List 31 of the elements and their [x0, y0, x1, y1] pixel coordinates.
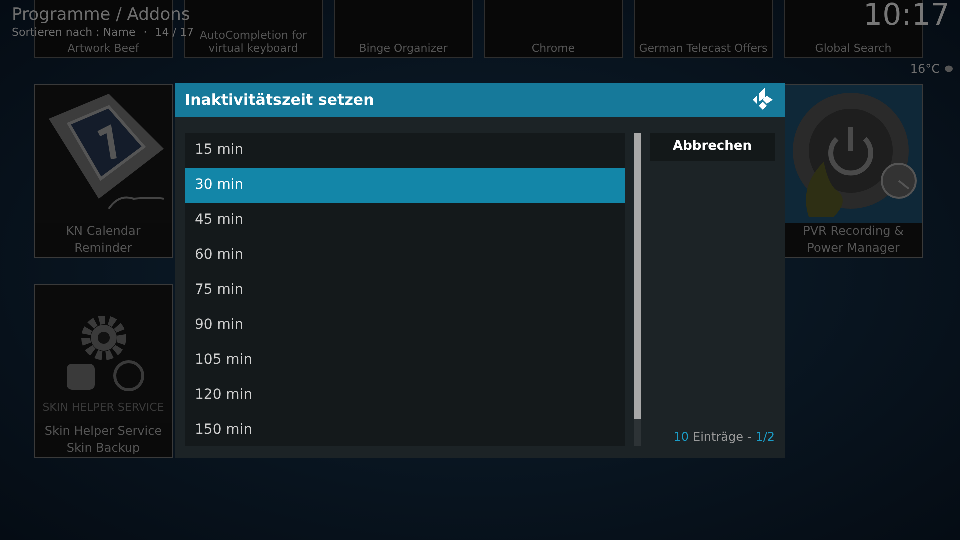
separator: · — [144, 26, 148, 40]
list-item[interactable]: 75 min — [185, 273, 625, 308]
sort-label: Sortieren nach : Name — [12, 26, 136, 40]
clock: 10:17 — [864, 0, 950, 32]
dialog-title: Inaktivitätszeit setzen — [185, 90, 374, 111]
tile-label[interactable]: Binge Organizer — [359, 42, 448, 55]
list-item[interactable]: 15 min — [185, 133, 625, 168]
tile-label[interactable]: Chrome — [532, 42, 576, 55]
weather-icon — [944, 65, 954, 73]
logo-icon — [751, 88, 775, 112]
tile-label: KN Calendar Reminder — [65, 223, 142, 257]
tile-label[interactable]: Global Search — [815, 42, 892, 55]
tile-label: PVR Recording & Power Manager — [802, 223, 905, 257]
list-item[interactable]: 60 min — [185, 238, 625, 273]
entries-label: Einträge - — [693, 429, 752, 446]
entry-count: 10 — [674, 429, 690, 446]
tile-label[interactable]: Artwork Beef — [68, 42, 140, 55]
tile-label: Skin Helper Service Skin Backup — [44, 423, 164, 457]
list-item[interactable]: 90 min — [185, 308, 625, 343]
cancel-button[interactable]: Abbrechen — [650, 133, 775, 161]
list-item[interactable]: 120 min — [185, 378, 625, 413]
list-item[interactable]: 30 min — [185, 168, 625, 203]
page-title: Programme / Addons — [12, 4, 192, 26]
list-item[interactable]: 105 min — [185, 343, 625, 378]
temperature: 16°C — [910, 61, 940, 78]
addon-tile[interactable]: PVR Recording & Power Manager — [784, 84, 923, 258]
list-item[interactable]: 150 min — [185, 413, 625, 448]
addon-tile[interactable]: KN Calendar Reminder — [34, 84, 173, 258]
page-indicator: 1/2 — [756, 429, 775, 446]
item-count: 14 / 17 — [155, 26, 194, 40]
list-item[interactable]: 45 min — [185, 203, 625, 238]
